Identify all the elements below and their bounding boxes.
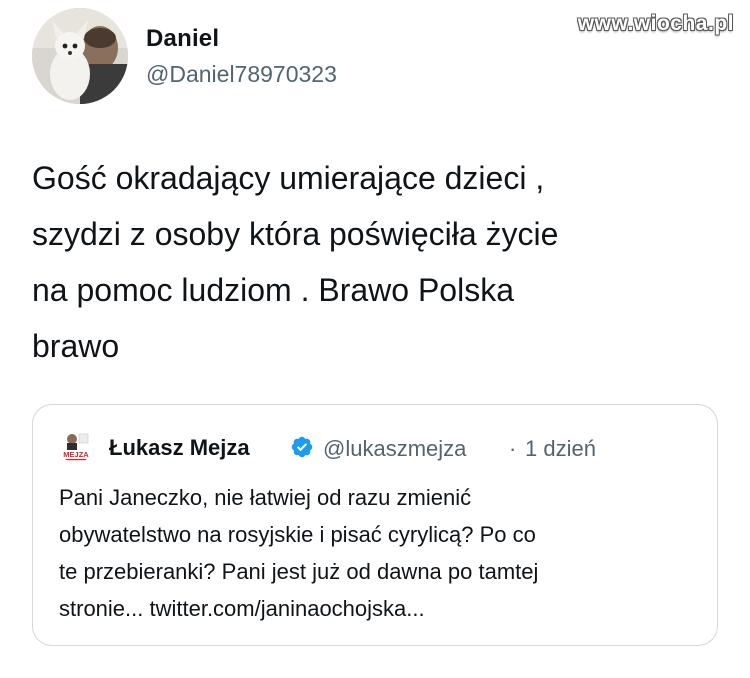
quoted-author-avatar[interactable]: MEJZA <box>59 429 93 463</box>
quoted-avatar-icon: MEJZA <box>59 429 93 463</box>
quoted-timestamp[interactable]: 1 dzień <box>525 436 596 462</box>
quoted-handle[interactable]: @lukaszmejza <box>323 436 466 462</box>
verified-badge-icon <box>291 436 313 458</box>
author-display-name[interactable]: Daniel <box>146 25 219 53</box>
meta-separator: · <box>509 436 517 461</box>
quoted-display-name[interactable]: Łukasz Mejza <box>109 435 250 461</box>
tweet-screenshot: Daniel @Daniel78970323 www.wiocha.pl Goś… <box>0 0 750 678</box>
author-handle[interactable]: @Daniel78970323 <box>146 61 337 88</box>
author-avatar[interactable] <box>32 8 128 104</box>
site-watermark: www.wiocha.pl <box>577 12 734 35</box>
quoted-avatar-label: MEJZA <box>63 450 89 459</box>
tweet-text: Gość okradający umierające dzieci , szyd… <box>32 160 559 364</box>
quoted-tweet-card[interactable]: MEJZA Łukasz Mejza @lukaszmejza · 1 dzie… <box>32 404 718 646</box>
profile-photo-icon <box>32 8 128 104</box>
quoted-tweet-text: Pani Janeczko, nie łatwiej od razu zmien… <box>59 485 539 621</box>
